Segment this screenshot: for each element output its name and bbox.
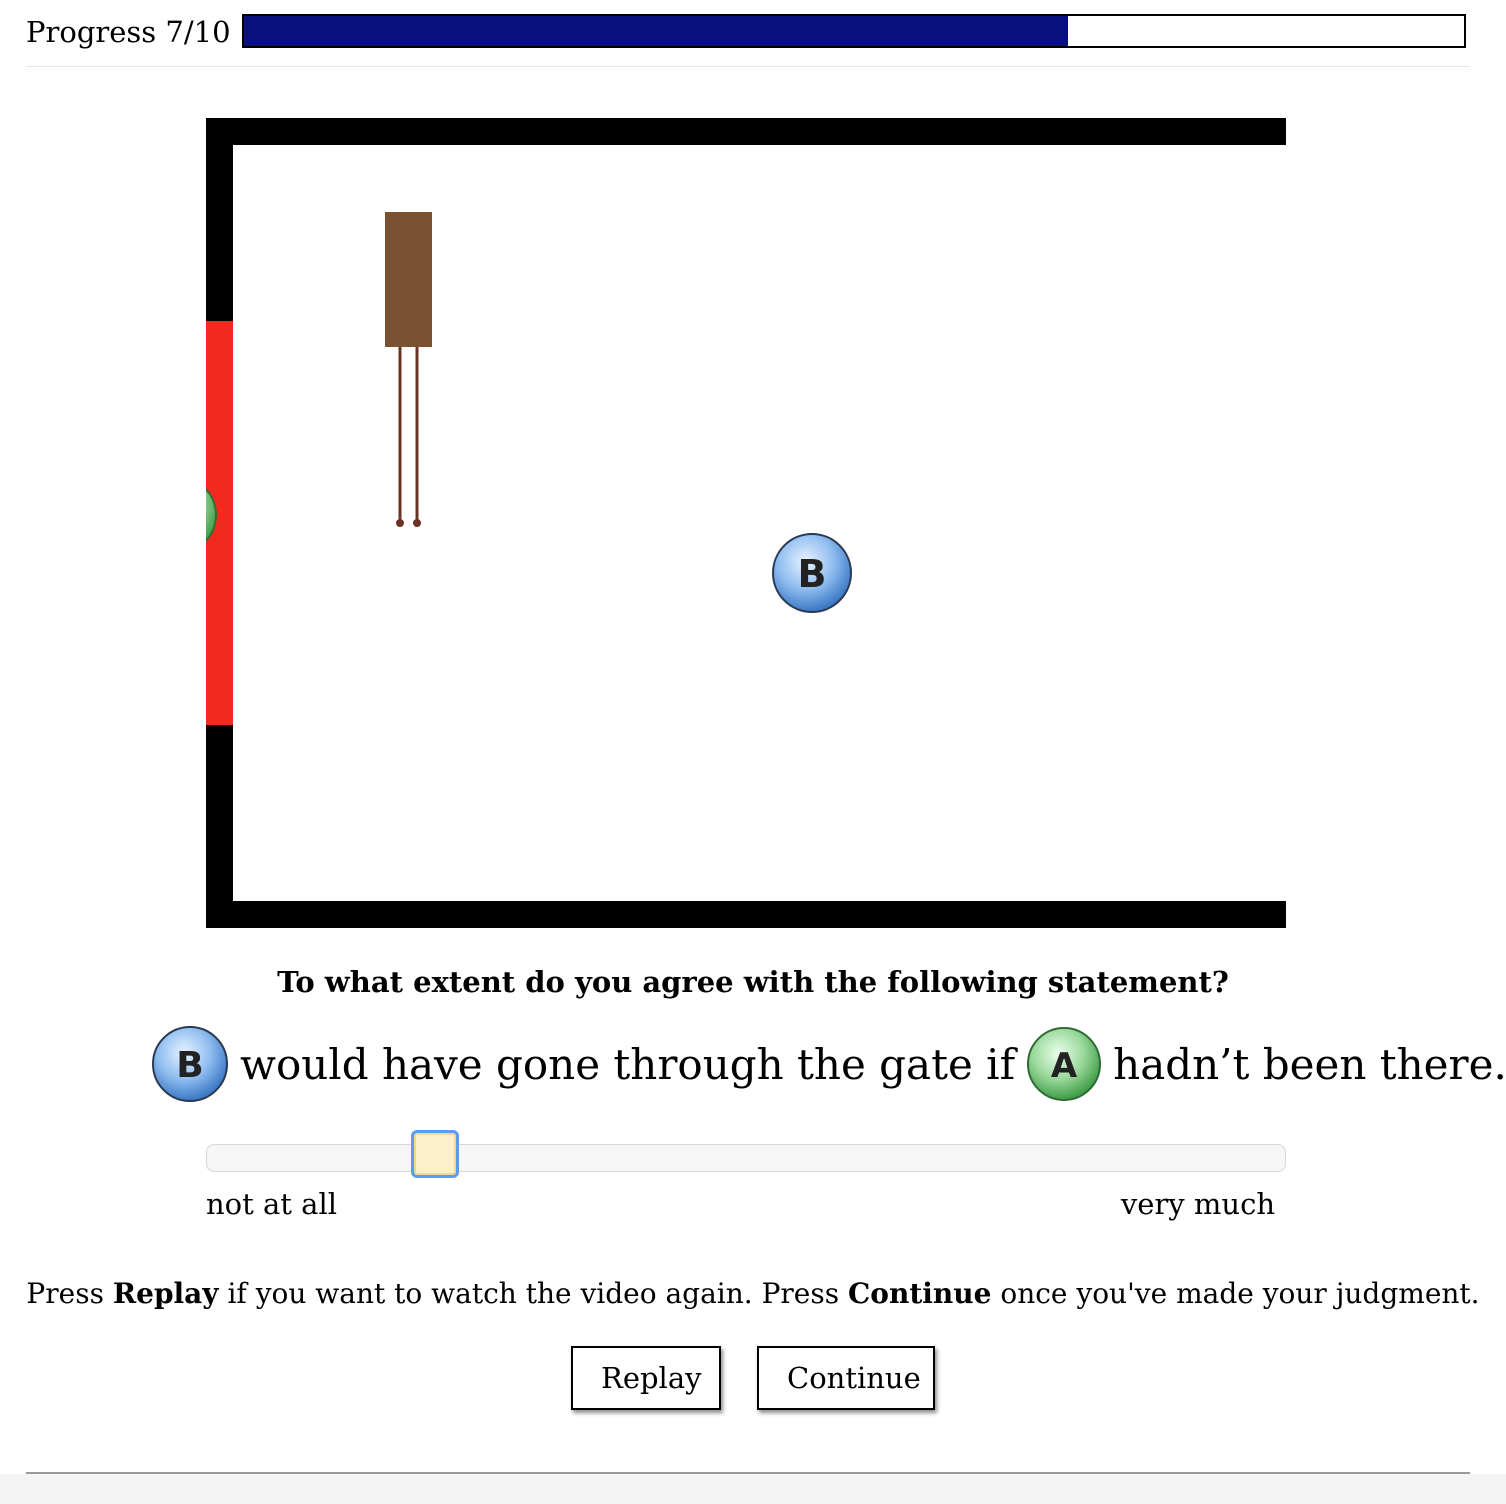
top-wall bbox=[206, 118, 1286, 145]
ball-b-label: B bbox=[798, 552, 827, 596]
experiment-page: Progress 7/10 B To what extent do you ag… bbox=[0, 0, 1506, 1504]
instructions-part-3: once you've made your judgment. bbox=[991, 1277, 1480, 1310]
instructions-text: Press Replay if you want to watch the vi… bbox=[0, 1274, 1506, 1314]
block-leg-left-foot bbox=[396, 519, 404, 527]
video-stimulus: B bbox=[206, 118, 1286, 928]
header-divider bbox=[26, 66, 1470, 67]
ball-a-icon-label: A bbox=[1051, 1046, 1078, 1086]
statement-end-text: hadn’t been there. bbox=[1113, 1039, 1506, 1089]
progress-bar bbox=[242, 14, 1466, 48]
replay-button[interactable]: Replay bbox=[571, 1346, 721, 1410]
agreement-slider-track[interactable] bbox=[206, 1144, 1286, 1172]
brown-block bbox=[385, 212, 432, 347]
slider-max-label: very much bbox=[1120, 1187, 1275, 1221]
block-leg-right-foot bbox=[413, 519, 421, 527]
left-wall-upper bbox=[206, 118, 233, 321]
ball-b-icon: B bbox=[152, 1026, 228, 1102]
counterfactual-statement: B would have gone through the gate if A … bbox=[150, 1024, 1506, 1104]
ball-b: B bbox=[772, 533, 852, 613]
continue-button[interactable]: Continue bbox=[757, 1346, 935, 1410]
footer-area bbox=[0, 1474, 1506, 1504]
bottom-wall bbox=[206, 901, 1286, 928]
progress-bar-fill bbox=[244, 16, 1068, 46]
instructions-continue-word: Continue bbox=[848, 1277, 992, 1310]
ball-b-icon-label: B bbox=[176, 1045, 203, 1086]
instructions-part-2: if you want to watch the video again. Pr… bbox=[218, 1277, 849, 1310]
scene-canvas: B bbox=[206, 118, 1286, 928]
instructions-part-1: Press bbox=[26, 1277, 113, 1310]
agreement-slider-handle[interactable] bbox=[410, 1130, 459, 1178]
question-prompt: To what extent do you agree with the fol… bbox=[277, 965, 1229, 999]
progress-label: Progress 7/10 bbox=[26, 15, 231, 49]
slider-min-label: not at all bbox=[206, 1187, 338, 1221]
instructions-replay-word: Replay bbox=[112, 1277, 219, 1310]
left-wall-lower bbox=[206, 725, 233, 928]
ball-a-icon: A bbox=[1027, 1027, 1102, 1101]
statement-middle-text: would have gone through the gate if bbox=[240, 1039, 1016, 1089]
action-buttons: Replay Continue bbox=[0, 1346, 1506, 1410]
